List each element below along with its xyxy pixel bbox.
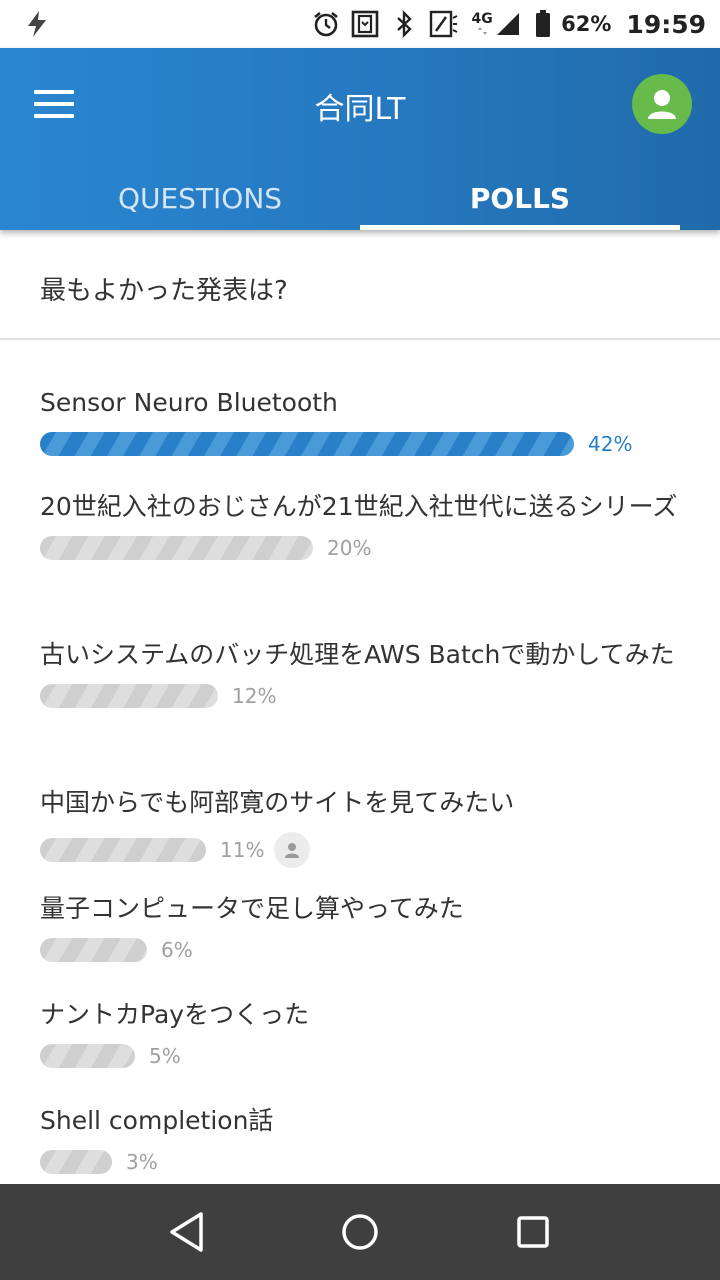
poll-option[interactable]: Sensor Neuro Bluetooth 42%	[40, 381, 680, 456]
poll-option-label: 古いシステムのバッチ処理をAWS Batchで動かしてみた	[40, 640, 675, 669]
back-icon	[169, 1212, 203, 1252]
poll-option-label: Sensor Neuro Bluetooth	[40, 388, 338, 417]
tab-polls[interactable]: POLLS	[360, 166, 680, 230]
clock: 19:59	[626, 9, 706, 39]
battery-icon	[534, 9, 552, 39]
person-icon	[648, 90, 676, 119]
home-button[interactable]	[330, 1202, 390, 1262]
back-button[interactable]	[157, 1202, 217, 1262]
home-icon	[342, 1214, 378, 1250]
tab-questions[interactable]: QUESTIONS	[40, 166, 360, 230]
app-bar: 合同LT QUESTIONS POLLS	[0, 48, 720, 230]
result-bar	[40, 838, 206, 862]
alarm-icon	[311, 9, 341, 39]
signal-icon: 4G	[467, 9, 525, 39]
avatar[interactable]	[632, 74, 692, 134]
poll-option-label: Shell completion話	[40, 1106, 274, 1135]
status-bar: 4G 62% 19:59	[0, 0, 720, 48]
result-bar	[40, 432, 574, 456]
tab-bar: QUESTIONS POLLS	[40, 166, 680, 230]
poll-option[interactable]: 古いシステムのバッチ処理をAWS Batchで動かしてみた 12%	[40, 633, 680, 708]
poll-option[interactable]: ナントカPayをつくった 5%	[40, 993, 680, 1068]
percent-label: 6%	[161, 938, 193, 962]
page-title: 合同LT	[314, 92, 406, 127]
poll-option-label: 20世紀入社のおじさんが21世紀入社世代に送るシリーズ	[40, 492, 678, 521]
percent-label: 20%	[327, 536, 372, 560]
voted-person-icon	[274, 832, 311, 868]
recents-button[interactable]	[503, 1202, 563, 1262]
poll-option[interactable]: 20世紀入社のおじさんが21世紀入社世代に送るシリーズ 20%	[40, 485, 680, 560]
percent-label: 5%	[149, 1044, 181, 1068]
vibrate-icon	[350, 9, 380, 39]
network-type-label: 4G	[471, 11, 493, 27]
nfc-icon	[428, 9, 458, 39]
result-bar	[40, 684, 218, 708]
poll-option[interactable]: Shell completion話 3%	[40, 1099, 680, 1174]
system-nav-bar	[0, 1184, 720, 1280]
poll-option-label: ナントカPayをつくった	[40, 1000, 310, 1029]
percent-label: 12%	[232, 684, 277, 708]
result-bar	[40, 1044, 135, 1068]
percent-label: 42%	[588, 432, 633, 456]
poll-question: 最もよかった発表は?	[0, 232, 720, 340]
recents-icon	[517, 1216, 550, 1248]
percent-label: 11%	[220, 838, 265, 862]
poll-option-label: 量子コンピュータで足し算やってみた	[40, 894, 464, 923]
result-bar	[40, 938, 147, 962]
result-bar	[40, 536, 313, 560]
poll-option[interactable]: 中国からでも阿部寛のサイトを見てみたい 11%	[40, 781, 680, 868]
result-bar	[40, 1150, 112, 1174]
percent-label: 3%	[126, 1150, 158, 1174]
bluetooth-icon	[389, 9, 419, 39]
poll-option-label: 中国からでも阿部寛のサイトを見てみたい	[40, 788, 515, 817]
poll-option[interactable]: 量子コンピュータで足し算やってみた 6%	[40, 887, 680, 962]
battery-percent: 62%	[561, 12, 612, 36]
flash-icon	[22, 9, 52, 39]
